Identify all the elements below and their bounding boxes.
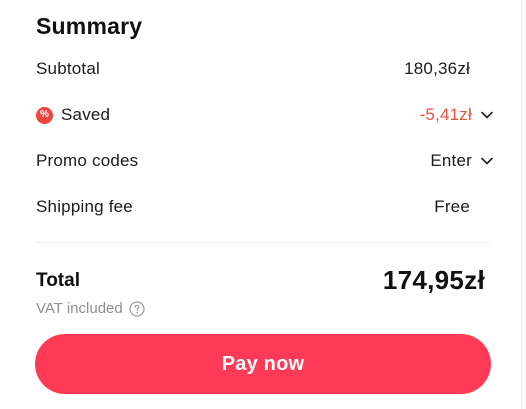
saved-value: -5,41zł bbox=[419, 105, 472, 124]
shipping-fee-value: Free bbox=[434, 197, 470, 216]
promo-codes-row[interactable]: Promo codes Enter bbox=[36, 147, 494, 175]
saved-label-wrap: % Saved bbox=[36, 105, 110, 125]
shipping-fee-row: Shipping fee Free bbox=[36, 193, 494, 221]
vat-label: VAT included bbox=[36, 300, 123, 317]
total-label: Total bbox=[36, 270, 80, 291]
divider bbox=[36, 242, 491, 243]
shipping-fee-label: Shipping fee bbox=[36, 197, 133, 216]
subtotal-value: 180,36zł bbox=[404, 59, 470, 78]
order-summary-panel: Summary Subtotal 180,36zł % Saved -5,41z… bbox=[0, 0, 522, 409]
vat-note: VAT included bbox=[36, 300, 145, 317]
promo-codes-enter[interactable]: Enter bbox=[430, 151, 472, 171]
subtotal-row: Subtotal 180,36zł bbox=[36, 55, 494, 83]
summary-title: Summary bbox=[36, 13, 143, 39]
subtotal-label: Subtotal bbox=[36, 59, 100, 78]
help-circle-icon[interactable] bbox=[129, 300, 145, 317]
chevron-down-icon[interactable] bbox=[480, 154, 494, 168]
subtotal-value-wrap: 180,36zł bbox=[404, 59, 494, 79]
saved-label: Saved bbox=[61, 105, 111, 124]
pay-now-button[interactable]: Pay now bbox=[35, 334, 491, 394]
chevron-down-icon[interactable] bbox=[480, 108, 494, 122]
total-value: 174,95zł bbox=[382, 265, 485, 295]
promo-codes-value-wrap[interactable]: Enter bbox=[430, 151, 494, 171]
promo-codes-label: Promo codes bbox=[36, 151, 139, 170]
saved-row[interactable]: % Saved -5,41zł bbox=[36, 101, 494, 129]
shipping-fee-value-wrap: Free bbox=[434, 197, 494, 217]
discount-badge-icon: % bbox=[36, 106, 53, 124]
saved-value-wrap[interactable]: -5,41zł bbox=[420, 105, 494, 125]
